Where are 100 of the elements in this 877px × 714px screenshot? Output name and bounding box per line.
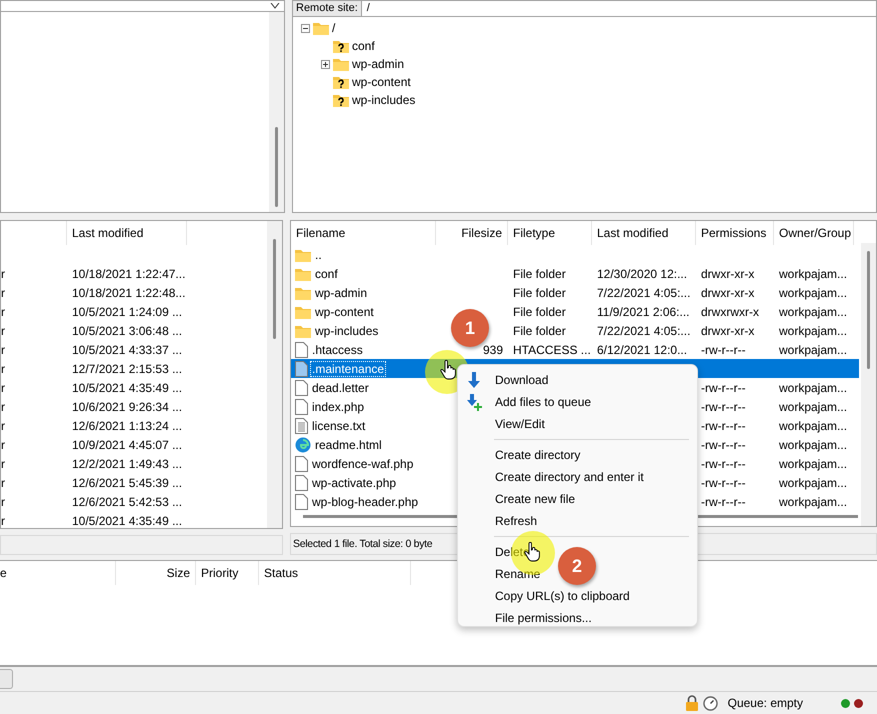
table-cell: File folder [513, 286, 566, 300]
remote-site-field[interactable]: / [366, 1, 876, 16]
column-header[interactable]: Priority [196, 561, 259, 585]
dropdown-chevron-icon[interactable] [270, 3, 280, 9]
file-icon [295, 456, 308, 472]
folder-icon [313, 21, 329, 35]
file-icon [295, 474, 308, 490]
table-cell-text: 10/6/2021 9:26:34 ... [71, 400, 184, 414]
column-header[interactable]: Status [259, 561, 411, 585]
file-name-cell[interactable]: .. [291, 248, 436, 262]
tree-item[interactable]: conf [352, 39, 375, 53]
menu-item[interactable]: Create directory [458, 444, 586, 466]
column-header[interactable]: Last modified [592, 221, 696, 245]
table-cell-text: r [1, 494, 6, 508]
table-cell-text: 10/18/2021 1:22:47... [71, 266, 186, 280]
table-cell: workpajam... [779, 456, 848, 470]
expand-icon[interactable] [321, 60, 330, 68]
table-cell: File folder [513, 324, 566, 338]
queue-status: Queue: empty [728, 696, 803, 710]
table-cell: 7/22/2021 4:05:... [597, 324, 690, 338]
collapse-icon[interactable] [301, 24, 310, 32]
column-header[interactable]: Last modified [67, 221, 187, 245]
menu-item[interactable]: Rename [458, 563, 546, 585]
table-cell-text: 10/5/2021 3:06:48 ... [71, 324, 184, 338]
status-light-icon [841, 698, 850, 708]
file-name-cell[interactable]: wp-content [291, 304, 436, 318]
file-name-cell[interactable]: license.txt [291, 418, 436, 434]
folder-icon [295, 266, 311, 280]
table-cell-text: r [1, 266, 6, 280]
table-cell: workpajam... [779, 324, 848, 338]
file-name-cell[interactable]: index.php [291, 398, 436, 414]
table-cell: drwxrwxr-x [701, 304, 759, 318]
table-cell-text: r [1, 362, 6, 376]
table-cell: 6/12/2021 12:0... [597, 342, 688, 356]
table-cell-text: r [1, 456, 6, 470]
table-cell: workpajam... [779, 400, 848, 414]
menu-item[interactable]: Create new file [458, 488, 582, 510]
table-cell-text: r [1, 400, 6, 414]
table-cell: 7/22/2021 4:05:... [597, 286, 690, 300]
status-light-icon [854, 698, 863, 708]
browser-icon [295, 436, 311, 452]
file-name-cell[interactable]: .htaccess [291, 342, 436, 358]
menu-item[interactable]: Create directory and enter it [458, 466, 650, 488]
column-header[interactable]: e [0, 561, 116, 585]
file-name-cell[interactable]: wordfence-waf.php [291, 456, 436, 472]
menu-item[interactable]: Add files to queue [458, 391, 598, 413]
gauge-icon [702, 696, 718, 710]
table-cell-text: 10/5/2021 4:33:37 ... [71, 342, 184, 356]
table-cell: workpajam... [779, 266, 848, 280]
file-icon [295, 398, 308, 414]
file-name-cell[interactable]: dead.letter [291, 380, 436, 396]
table-cell: workpajam... [779, 342, 848, 356]
column-header[interactable]: Owner/Group [774, 221, 854, 245]
folder-icon [295, 286, 311, 300]
tree-item[interactable]: wp-admin [352, 57, 404, 71]
file-name-cell[interactable]: wp-admin [291, 286, 436, 300]
table-cell-text: 12/6/2021 1:13:24 ... [71, 418, 184, 432]
table-cell: -rw-r--r-- [701, 456, 746, 470]
file-icon [295, 494, 308, 510]
table-cell: drwxr-xr-x [701, 266, 754, 280]
file-name-cell[interactable]: wp-blog-header.php [291, 494, 436, 510]
table-cell-text: r [1, 514, 6, 528]
add-to-queue-icon [467, 394, 483, 411]
file-name-cell[interactable]: wp-includes [291, 324, 436, 338]
table-cell: workpajam... [779, 418, 848, 432]
column-header[interactable]: Filename [291, 221, 436, 245]
table-cell-text: 10/18/2021 1:22:48... [71, 286, 186, 300]
table-cell-text: r [1, 324, 6, 338]
menu-item[interactable]: View/Edit [458, 413, 551, 435]
menu-item[interactable]: Refresh [458, 510, 544, 532]
file-icon [295, 342, 308, 358]
column-header[interactable]: Size [116, 561, 196, 585]
table-cell-text: r [1, 342, 6, 356]
tree-item[interactable]: wp-includes [352, 93, 416, 107]
table-cell-text: 10/5/2021 1:24:09 ... [71, 304, 184, 318]
menu-item[interactable]: Copy URL(s) to clipboard [458, 585, 636, 607]
file-icon [295, 380, 308, 396]
unknown-folder-icon [333, 75, 349, 89]
table-cell: File folder [513, 304, 566, 318]
menu-item[interactable]: File permissions... [458, 607, 598, 629]
column-header[interactable]: Filetype [508, 221, 592, 245]
folder-icon [333, 57, 349, 71]
file-name-cell[interactable]: conf [291, 266, 436, 280]
table-cell: 11/9/2021 2:06:... [597, 304, 690, 318]
table-cell-text: 10/5/2021 4:35:49 ... [71, 514, 184, 528]
tree-item[interactable]: wp-content [352, 75, 411, 89]
menu-item[interactable]: Download [458, 369, 554, 391]
column-header[interactable]: Permissions [696, 221, 774, 245]
table-cell: workpajam... [779, 438, 848, 452]
remote-site-label: Remote site: [293, 1, 362, 16]
file-name-cell[interactable]: readme.html [291, 436, 436, 452]
file-icon [295, 360, 308, 376]
column-header[interactable]: Filesize [436, 221, 508, 245]
table-cell-text: 12/6/2021 5:45:39 ... [71, 476, 184, 490]
table-cell-text: 10/9/2021 4:45:07 ... [71, 438, 184, 452]
table-cell: workpajam... [779, 476, 848, 490]
folder-icon [295, 324, 311, 338]
table-cell: workpajam... [779, 286, 848, 300]
tree-item[interactable]: / [332, 21, 336, 35]
file-name-cell[interactable]: wp-activate.php [291, 474, 436, 490]
